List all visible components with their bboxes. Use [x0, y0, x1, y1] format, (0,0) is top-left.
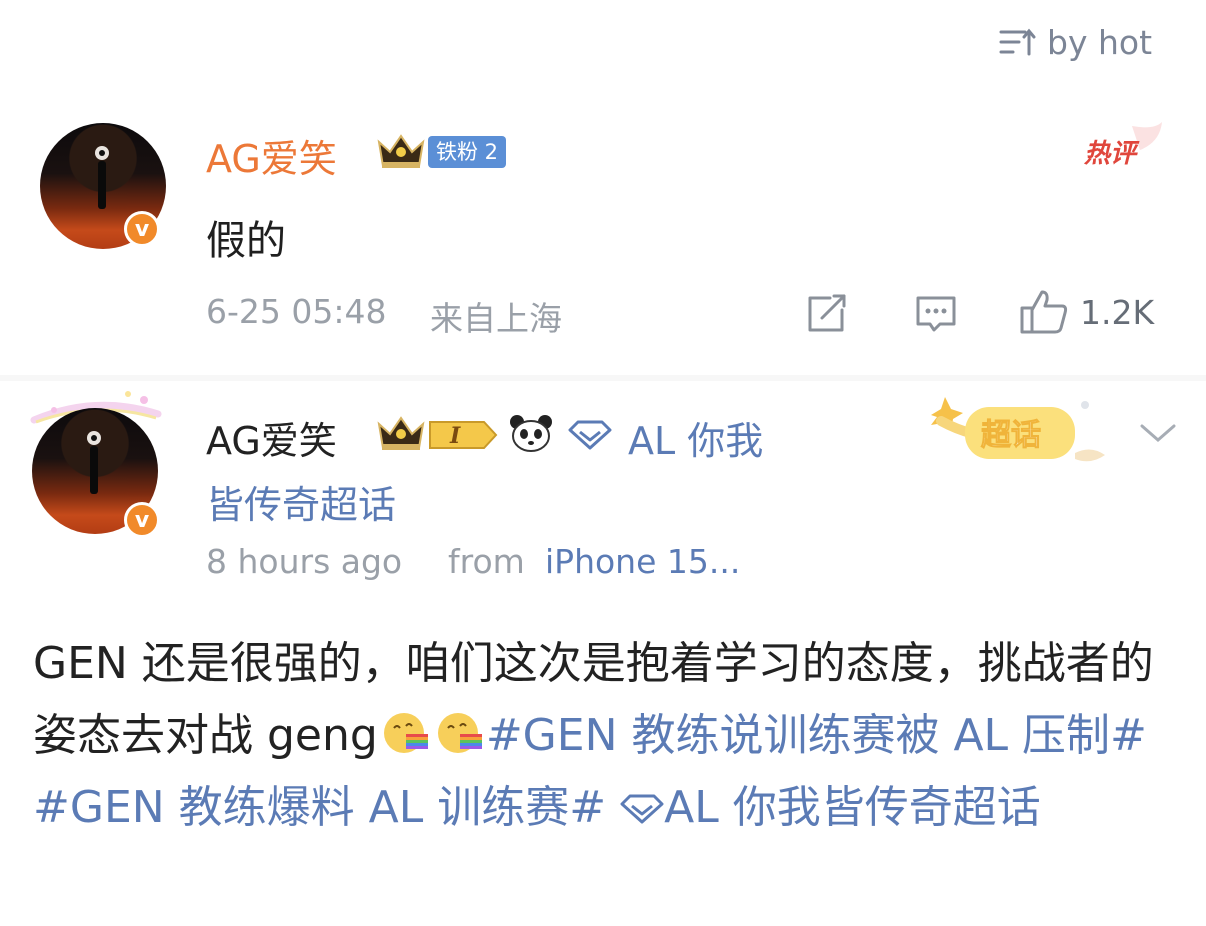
post-body: GEN 还是很强的，咱们这次是抱着学习的态度，挑战者的姿态去对战 geng #G… [33, 628, 1173, 844]
comment-text: 假的 [206, 218, 286, 264]
post-username[interactable]: AG爱笑 [206, 410, 337, 465]
chevron-down-icon[interactable] [1136, 418, 1180, 448]
avatar-figure [95, 146, 109, 209]
supertopic-badge: 超话 [931, 397, 1105, 462]
comment-icon [916, 296, 956, 332]
comment-location: 来自上海 [430, 299, 562, 338]
rainbow-face-emoji-icon [437, 713, 482, 753]
supertopic-badge-label: 超话 [981, 418, 1041, 453]
crown-icon [377, 134, 425, 168]
diamond-icon [568, 420, 612, 450]
level-badge-label: I [449, 423, 461, 449]
supertopic-link-line2[interactable]: 皆传奇超话 [206, 474, 396, 529]
reply-button[interactable] [912, 290, 960, 338]
like-button[interactable]: 1.2K [1018, 286, 1154, 338]
sort-by-hot-button[interactable]: by hot [995, 20, 1152, 64]
hot-comment-tag: 热评 [1083, 122, 1162, 169]
post-from-label: from [448, 542, 525, 581]
crown-icon [377, 416, 425, 450]
like-count: 1.2K [1080, 292, 1155, 332]
verified-badge-icon: v [124, 502, 160, 538]
level-badge: I [429, 421, 498, 449]
diamond-icon [620, 794, 664, 824]
repost-button[interactable] [802, 290, 850, 338]
panda-icon [510, 415, 552, 452]
comment-timestamp: 6-25 05:48 [206, 292, 387, 331]
post-device-link[interactable]: iPhone 15... [545, 542, 740, 581]
hashtag-link-1[interactable]: #GEN 教练说训练赛被 AL 压制# [486, 710, 1147, 761]
sort-label: by hot [1047, 22, 1153, 62]
avatar-figure [87, 431, 101, 494]
section-divider [0, 375, 1206, 381]
verified-badge-icon: v [124, 211, 160, 247]
supertopic-inline-link[interactable]: AL 你我皆传奇超话 [664, 782, 1041, 833]
hashtag-link-2[interactable]: #GEN 教练爆料 AL 训练赛# [33, 782, 606, 833]
post-time: 8 hours ago [206, 542, 403, 581]
hot-comment-label: 热评 [1083, 139, 1140, 169]
thumbs-up-icon [1020, 290, 1068, 334]
repost-icon [808, 294, 846, 332]
rainbow-face-emoji-icon [383, 713, 428, 753]
sort-icon [999, 28, 1036, 56]
supertopic-link[interactable]: AL 你我 [628, 410, 763, 465]
fan-badge: 铁粉 2 [428, 136, 507, 168]
comment-username[interactable]: AG爱笑 [206, 128, 337, 183]
